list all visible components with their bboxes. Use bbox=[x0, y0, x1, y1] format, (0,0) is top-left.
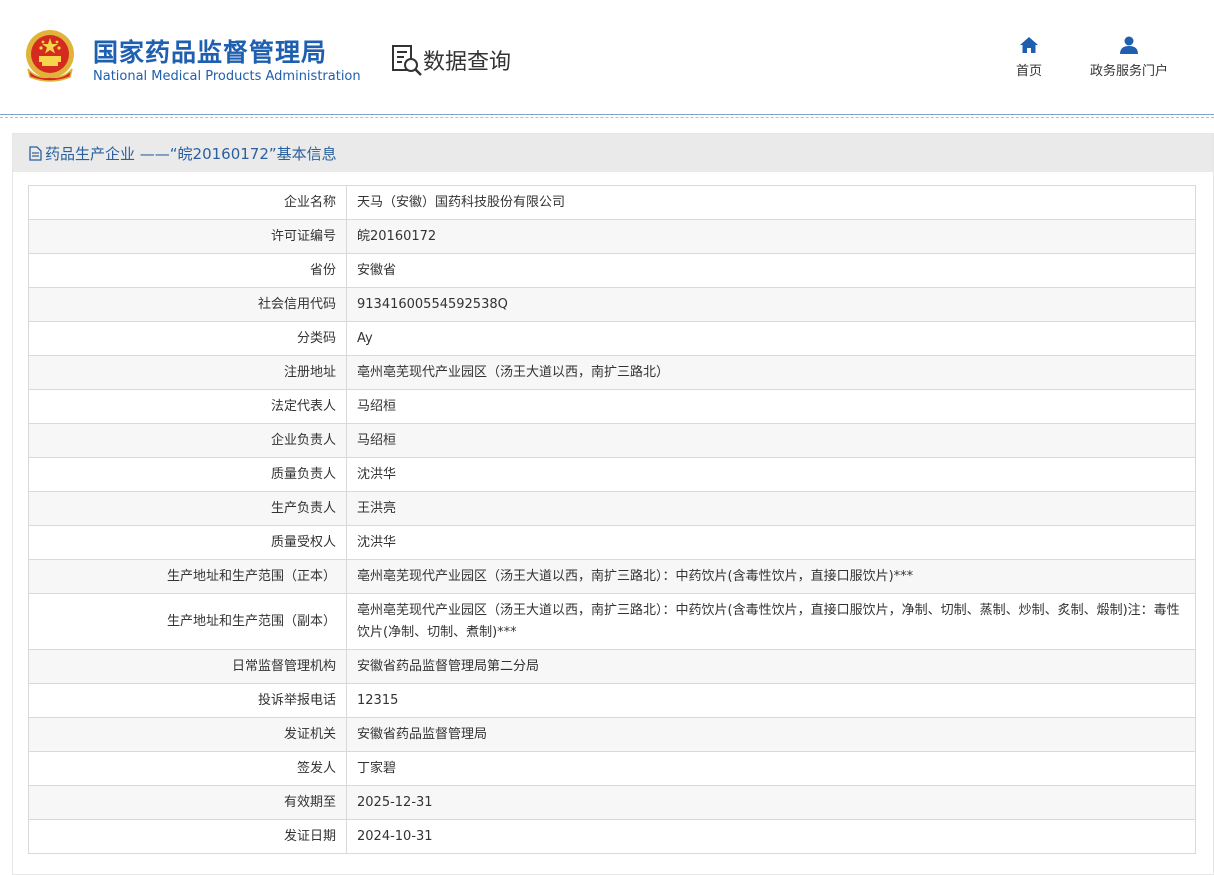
table-row: 有效期至 2025-12-31 bbox=[28, 785, 1196, 820]
table-row: 企业名称 天马（安徽）国药科技股份有限公司 bbox=[28, 185, 1196, 220]
row-label: 企业名称 bbox=[28, 185, 347, 220]
row-value: 安徽省药品监督管理局 bbox=[346, 717, 1196, 752]
row-value: 沈洪华 bbox=[346, 525, 1196, 560]
row-label: 发证日期 bbox=[28, 819, 347, 854]
info-panel: 药品生产企业 ——“皖20160172”基本信息 企业名称 天马（安徽）国药科技股… bbox=[12, 133, 1214, 875]
nav-home-label: 首页 bbox=[1015, 64, 1042, 79]
nav-portal-label: 政务服务门户 bbox=[1089, 64, 1168, 79]
row-label: 签发人 bbox=[28, 751, 347, 786]
home-icon bbox=[1020, 37, 1038, 53]
row-value: 亳州亳芜现代产业园区（汤王大道以西，南扩三路北）：中药饮片(含毒性饮片，直接口服… bbox=[346, 559, 1196, 594]
row-value: 2025-12-31 bbox=[346, 785, 1196, 820]
table-row: 投诉举报电话 12315 bbox=[28, 683, 1196, 718]
row-label: 发证机关 bbox=[28, 717, 347, 752]
row-label: 法定代表人 bbox=[28, 389, 347, 424]
info-table: 企业名称 天马（安徽）国药科技股份有限公司 许可证编号 皖20160172 省份 安徽… bbox=[28, 185, 1196, 854]
table-row: 生产地址和生产范围（副本） 亳州亳芜现代产业园区（汤王大道以西，南扩三路北）：中药… bbox=[28, 593, 1196, 650]
table-row: 生产地址和生产范围（正本） 亳州亳芜现代产业园区（汤王大道以西，南扩三路北）：中药… bbox=[28, 559, 1196, 594]
nav-home[interactable]: 首页 bbox=[1010, 36, 1048, 79]
user-icon bbox=[1120, 36, 1138, 54]
row-label: 质量负责人 bbox=[28, 457, 347, 492]
row-label: 生产地址和生产范围（正本） bbox=[28, 559, 347, 594]
row-label: 分类码 bbox=[28, 321, 347, 356]
row-value: 亳州亳芜现代产业园区（汤王大道以西，南扩三路北） bbox=[346, 355, 1196, 390]
panel-header: 药品生产企业 ——“皖20160172”基本信息 bbox=[13, 134, 1213, 172]
row-value: 马绍桓 bbox=[346, 423, 1196, 458]
brand-name-en: National Medical Products Administration bbox=[93, 69, 361, 84]
table-row: 发证机关 安徽省药品监督管理局 bbox=[28, 717, 1196, 752]
row-value: 天马（安徽）国药科技股份有限公司 bbox=[346, 185, 1196, 220]
row-value: 王洪亮 bbox=[346, 491, 1196, 526]
table-row: 社会信用代码 91341600554592538Q bbox=[28, 287, 1196, 322]
row-label: 有效期至 bbox=[28, 785, 347, 820]
row-value: 马绍桓 bbox=[346, 389, 1196, 424]
row-label: 质量受权人 bbox=[28, 525, 347, 560]
row-value: 2024-10-31 bbox=[346, 819, 1196, 854]
table-row: 发证日期 2024-10-31 bbox=[28, 819, 1196, 854]
row-label: 企业负责人 bbox=[28, 423, 347, 458]
table-row: 日常监督管理机构 安徽省药品监督管理局第二分局 bbox=[28, 649, 1196, 684]
table-row: 许可证编号 皖20160172 bbox=[28, 219, 1196, 254]
table-row: 注册地址 亳州亳芜现代产业园区（汤王大道以西，南扩三路北） bbox=[28, 355, 1196, 390]
row-value: 沈洪华 bbox=[346, 457, 1196, 492]
row-label: 生产负责人 bbox=[28, 491, 347, 526]
document-icon bbox=[29, 145, 42, 161]
data-query-title: 数据查询 bbox=[423, 50, 512, 75]
row-value: Ay bbox=[346, 321, 1196, 356]
table-row: 生产负责人 王洪亮 bbox=[28, 491, 1196, 526]
nav-service-portal[interactable]: 政务服务门户 bbox=[1084, 36, 1174, 79]
header-divider bbox=[0, 114, 1214, 118]
table-row: 省份 安徽省 bbox=[28, 253, 1196, 288]
table-row: 签发人 丁家碧 bbox=[28, 751, 1196, 786]
row-label: 许可证编号 bbox=[28, 219, 347, 254]
row-label: 日常监督管理机构 bbox=[28, 649, 347, 684]
table-row: 质量负责人 沈洪华 bbox=[28, 457, 1196, 492]
brand-name-cn: 国家药品监督管理局 bbox=[93, 38, 328, 67]
row-value: 12315 bbox=[346, 683, 1196, 718]
row-label: 省份 bbox=[28, 253, 347, 288]
row-value: 安徽省 bbox=[346, 253, 1196, 288]
table-row: 法定代表人 马绍桓 bbox=[28, 389, 1196, 424]
table-row: 企业负责人 马绍桓 bbox=[28, 423, 1196, 458]
site-header: 国家药品监督管理局 National Medical Products Admi… bbox=[0, 0, 1214, 114]
row-value: 91341600554592538Q bbox=[346, 287, 1196, 322]
row-value: 皖20160172 bbox=[346, 219, 1196, 254]
row-value: 亳州亳芜现代产业园区（汤王大道以西，南扩三路北）：中药饮片(含毒性饮片，直接口服… bbox=[346, 593, 1196, 650]
table-row: 质量受权人 沈洪华 bbox=[28, 525, 1196, 560]
row-label: 社会信用代码 bbox=[28, 287, 347, 322]
row-label: 注册地址 bbox=[28, 355, 347, 390]
row-value: 丁家碧 bbox=[346, 751, 1196, 786]
national-emblem-icon bbox=[26, 30, 74, 82]
row-label: 生产地址和生产范围（副本） bbox=[28, 593, 347, 650]
panel-title: 药品生产企业 ——“皖20160172”基本信息 bbox=[45, 144, 337, 163]
row-value: 安徽省药品监督管理局第二分局 bbox=[346, 649, 1196, 684]
data-query-icon bbox=[392, 45, 422, 76]
row-label: 投诉举报电话 bbox=[28, 683, 347, 718]
table-row: 分类码 Ay bbox=[28, 321, 1196, 356]
